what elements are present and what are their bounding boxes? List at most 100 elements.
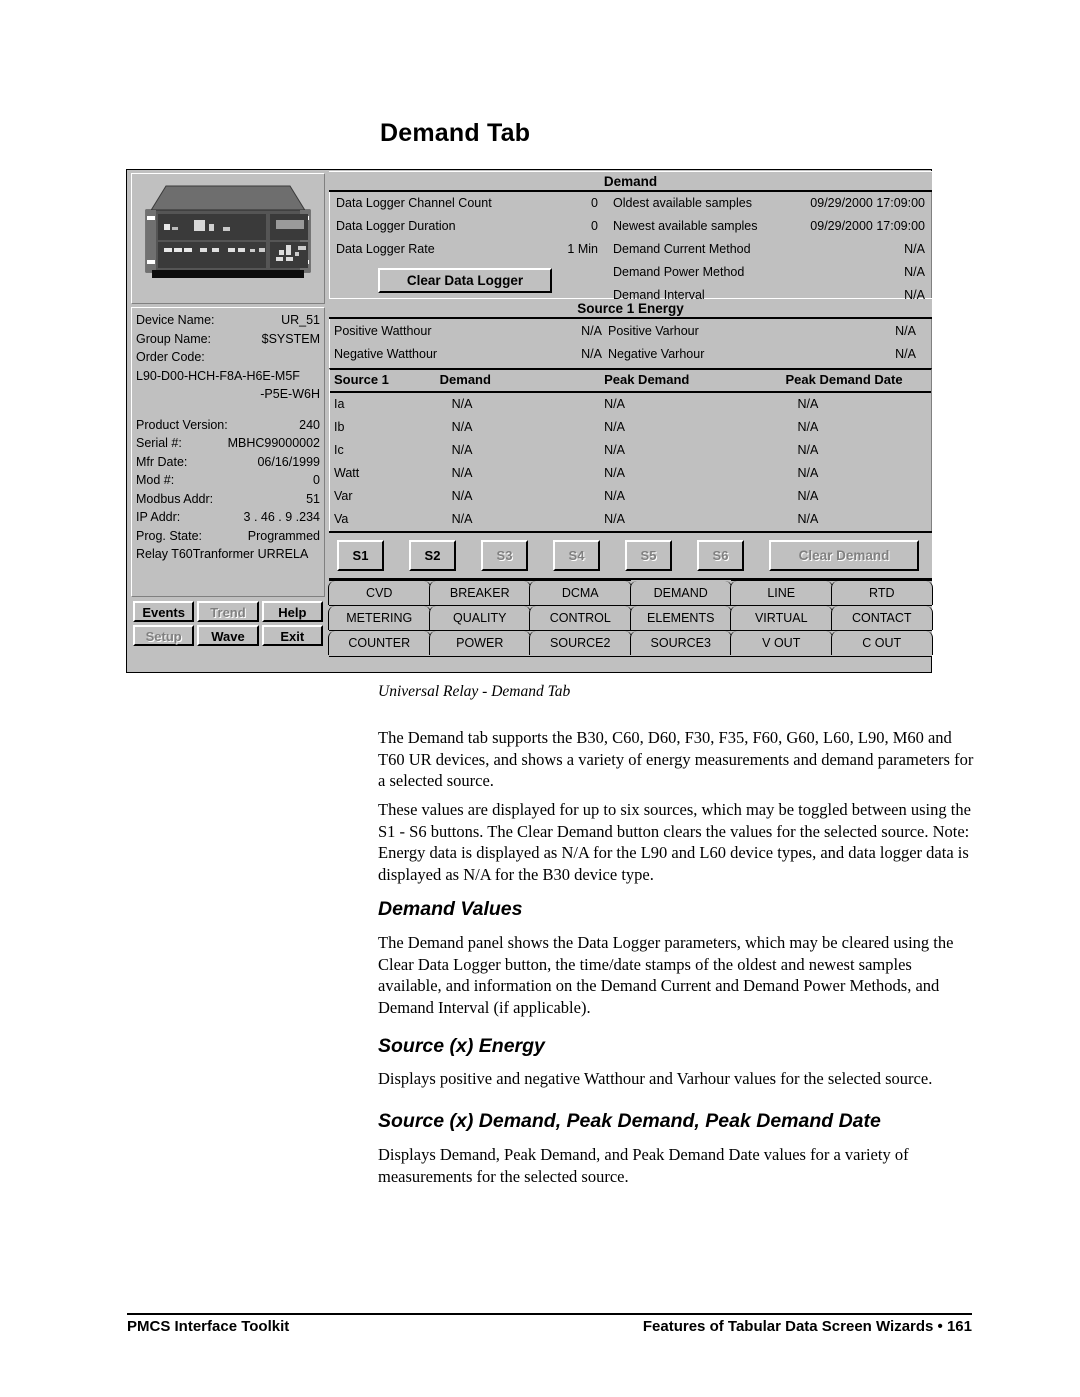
sidebar-button-pad: Events Trend Help Setup Wave Exit [131,599,325,671]
paragraph-demand-values: The Demand panel shows the Data Logger p… [378,933,954,1017]
clear-demand-button: Clear Demand [769,540,919,571]
tab-counter[interactable]: COUNTER [328,630,430,655]
info-row-product-version: Product Version: 240 [136,416,320,435]
info-row-group-name: Group Name: $SYSTEM [136,330,320,349]
info-value: Programmed [247,528,320,543]
tab-elements[interactable]: ELEMENTS [629,605,732,630]
source-demand-table: Source 1 Demand Peak Demand Peak Demand … [329,368,932,531]
tab-source3[interactable]: SOURCE3 [629,630,732,655]
cell-demand: N/A [451,489,473,503]
tab-power[interactable]: POWER [428,630,531,655]
row-label: Oldest available samples [613,196,752,210]
source-button-s5: S5 [625,540,672,571]
tab-cvd[interactable]: CVD [328,580,430,605]
tab-rtd[interactable]: RTD [830,580,933,605]
figure-caption: Universal Relay - Demand Tab [378,683,571,700]
info-row-ip-addr: IP Addr: 3 . 46 . 9 .234 [136,508,320,527]
tab-row-3: COUNTER POWER SOURCE2 SOURCE3 V OUT C OU… [328,630,933,655]
order-code-line-2: -P5E-W6H [260,387,320,401]
info-value: UR_51 [281,313,320,327]
heading-source-energy: Source (x) Energy [378,1035,545,1057]
row-label: Data Logger Channel Count [336,196,492,210]
cell-peak-demand-date: N/A [797,512,819,526]
info-row-device-name: Device Name: UR_51 [136,311,320,330]
help-button[interactable]: Help [261,601,323,622]
row-label: Newest available samples [613,219,758,233]
source-button-s1[interactable]: S1 [337,540,384,571]
info-label: IP Addr: [136,510,181,524]
cell-demand: N/A [451,512,473,526]
tab-breaker[interactable]: BREAKER [428,580,531,605]
cell-peak-demand: N/A [604,489,625,503]
cell-demand: N/A [451,397,473,411]
row-value: N/A [895,324,916,338]
source-button-s2[interactable]: S2 [409,540,456,571]
exit-button[interactable]: Exit [261,625,323,646]
row-value: N/A [895,347,916,361]
universal-relay-demand-tab-screenshot: Device Name: UR_51 Group Name: $SYSTEM O… [126,169,933,673]
row-value: N/A [904,265,925,279]
info-label: Modbus Addr: [136,491,214,506]
demand-right-column: Oldest available samples 09/29/2000 17:0… [613,192,925,307]
source-button-s3: S3 [481,540,528,571]
row-value: 09/29/2000 17:09:00 [810,219,925,233]
info-row-serial: Serial #: MBHC99000002 [136,434,320,453]
energy-row-negative: Negative Watthour N/A Negative Varhour N… [330,343,931,366]
cell-peak-demand-date: N/A [797,443,819,457]
tab-quality[interactable]: QUALITY [428,605,531,630]
events-button[interactable]: Events [133,601,195,622]
tab-contact[interactable]: CONTACT [830,605,933,630]
tab-virtual[interactable]: VIRTUAL [730,605,832,630]
cell-peak-demand-date: N/A [797,420,819,434]
cell-peak-demand-date: N/A [797,397,819,411]
row-value: 0 [591,196,598,210]
info-row-order-code-label: Order Code: [136,350,205,364]
table-row: Ic N/A N/A N/A [330,439,931,462]
tab-v-out[interactable]: V OUT [730,630,832,655]
clear-data-logger-button[interactable]: Clear Data Logger [378,268,552,293]
paragraph-source-demand: Displays Demand, Peak Demand, and Peak D… [378,1145,909,1186]
tab-demand[interactable]: DEMAND [629,580,732,605]
cell-peak-demand: N/A [604,512,625,526]
info-label: Mfr Date: [136,454,188,469]
cell-peak-demand: N/A [604,466,625,480]
source-button-s4: S4 [553,540,600,571]
tab-control[interactable]: CONTROL [529,605,631,630]
col-header-peak-demand-date: Peak Demand Date [785,372,903,387]
cell-measurement: Va [334,512,349,526]
row-label: Negative Watthour [334,347,438,361]
tab-source2[interactable]: SOURCE2 [529,630,631,655]
row-demand-interval: Demand Interval N/A [613,284,925,307]
col-header-peak-demand: Peak Demand [604,372,690,387]
page-title: Demand Tab [380,119,531,147]
row-data-logger-rate: Data Logger Rate 1 Min [336,238,598,261]
row-value: N/A [581,347,602,361]
tab-metering[interactable]: METERING [328,605,430,630]
table-row: Va N/A N/A N/A [330,508,931,531]
tab-line[interactable]: LINE [730,580,832,605]
info-value: 51 [306,491,320,506]
heading-demand-values: Demand Values [378,898,523,920]
footer-right-text: Features of Tabular Data Screen Wizards … [642,1318,972,1335]
paragraph-source-energy: Displays positive and negative Watthour … [378,1069,933,1088]
cell-demand: N/A [451,443,473,457]
heading-source-demand: Source (x) Demand, Peak Demand, Peak Dem… [378,1110,881,1132]
relay-device-icon [145,185,311,278]
row-demand-power-method: Demand Power Method N/A [613,261,925,284]
row-value: N/A [904,242,925,256]
tab-c-out[interactable]: C OUT [830,630,933,655]
wave-button[interactable]: Wave [197,625,259,646]
table-row: Ib N/A N/A N/A [330,416,931,439]
row-newest-available-samples: Newest available samples 09/29/2000 17:0… [613,215,925,238]
negative-watthour-cell: Negative Watthour N/A [330,343,602,366]
row-data-logger-duration: Data Logger Duration 0 [336,215,598,238]
tab-dcma[interactable]: DCMA [529,580,631,605]
cell-measurement: Ib [334,420,345,434]
footer-left-text: PMCS Interface Toolkit [127,1318,290,1335]
demand-left-column: Data Logger Channel Count 0 Data Logger … [336,192,598,261]
setup-button: Setup [133,625,195,646]
row-label: Demand Current Method [613,242,751,256]
table-header-row: Source 1 Demand Peak Demand Peak Demand … [330,370,931,393]
row-value: N/A [904,288,925,302]
cell-measurement: Watt [334,466,360,480]
